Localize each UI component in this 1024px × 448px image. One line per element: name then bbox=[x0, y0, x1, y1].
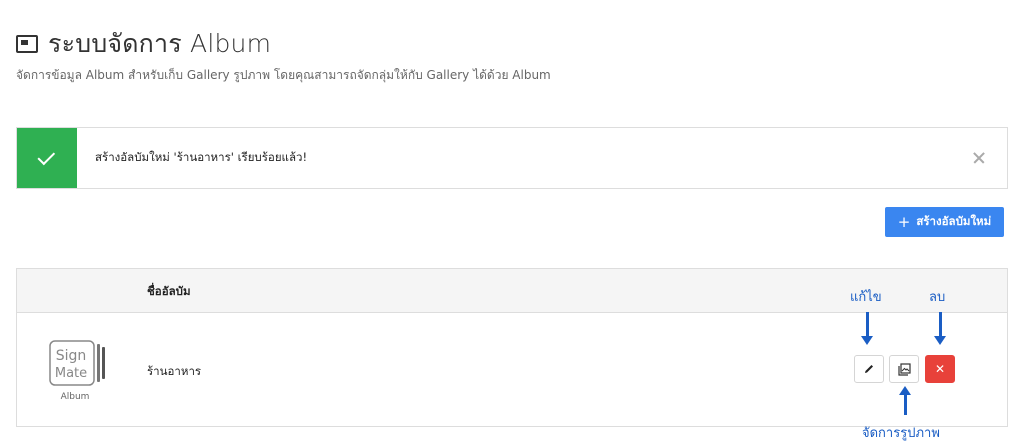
cover-brand-line1: Sign bbox=[56, 348, 87, 364]
column-header-album-name: ชื่ออัลบัม bbox=[147, 284, 191, 298]
check-icon bbox=[37, 147, 56, 165]
pencil-icon bbox=[865, 365, 873, 373]
close-icon[interactable] bbox=[959, 138, 999, 178]
delete-button[interactable]: ✕ bbox=[925, 355, 955, 383]
album-name: ร้านอาหาร bbox=[147, 364, 202, 378]
arrow-up-icon bbox=[899, 386, 911, 415]
gallery-icon bbox=[897, 362, 911, 376]
page-header: ระบบจัดการ Album bbox=[16, 24, 271, 64]
alert-message: สร้างอัลบัมใหม่ 'ร้านอาหาร' เรียบร้อยแล้… bbox=[95, 150, 308, 164]
annotation-manage-images: จัดการรูปภาพ bbox=[862, 426, 940, 441]
album-cover-image: Sign Mate Album bbox=[47, 335, 111, 405]
alert-status-box bbox=[17, 128, 77, 188]
edit-button[interactable] bbox=[854, 355, 884, 383]
annotation-delete: ลบ bbox=[929, 290, 946, 305]
add-album-button[interactable]: + สร้างอัลบัมใหม่ bbox=[885, 207, 1004, 237]
cover-brand-line2: Mate bbox=[55, 366, 87, 381]
annotation-edit: แก้ไข bbox=[850, 290, 882, 305]
window-icon bbox=[16, 35, 38, 53]
page-title: ระบบจัดการ Album bbox=[48, 29, 272, 58]
page-subtitle: จัดการข้อมูล Album สำหรับเก็บ Gallery รู… bbox=[16, 68, 551, 82]
arrow-down-icon bbox=[861, 312, 873, 345]
success-alert: สร้างอัลบัมใหม่ 'ร้านอาหาร' เรียบร้อยแล้… bbox=[16, 127, 1008, 189]
cover-caption: Album bbox=[61, 392, 90, 402]
plus-icon: + bbox=[897, 212, 911, 231]
arrow-down-icon bbox=[934, 312, 946, 345]
add-album-label: สร้างอัลบัมใหม่ bbox=[916, 214, 992, 228]
manage-images-button[interactable] bbox=[889, 355, 919, 383]
x-icon: ✕ bbox=[934, 362, 946, 376]
